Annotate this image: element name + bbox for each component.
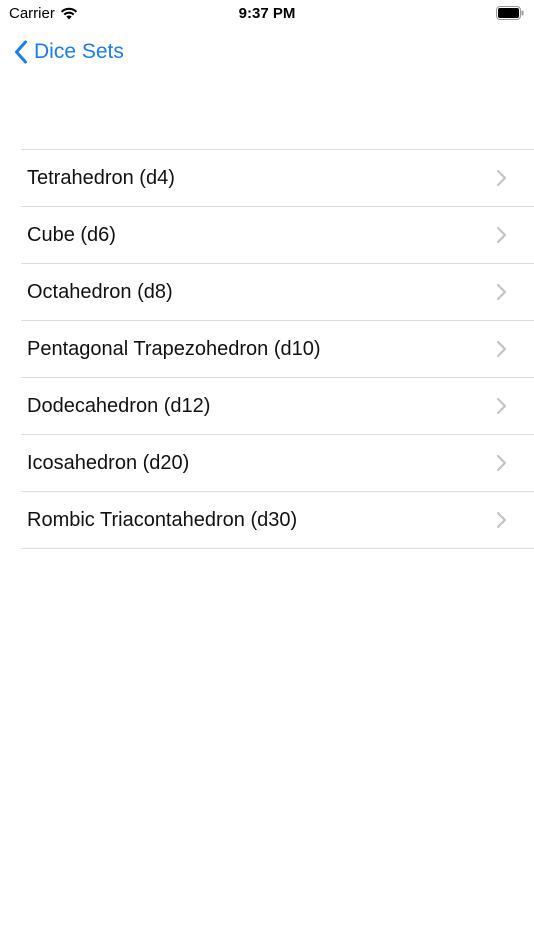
list-item-label: Tetrahedron (d4) [27, 166, 175, 189]
back-button-label: Dice Sets [34, 40, 124, 63]
list-item-label: Octahedron (d8) [27, 280, 173, 303]
list-item-label: Dodecahedron (d12) [27, 394, 211, 417]
chevron-right-icon [496, 283, 507, 301]
list-item[interactable]: Octahedron (d8) [21, 264, 534, 321]
list-item[interactable]: Icosahedron (d20) [21, 435, 534, 492]
chevron-right-icon [496, 226, 507, 244]
chevron-left-icon [15, 40, 27, 64]
list-item-label: Cube (d6) [27, 223, 116, 246]
status-time: 9:37 PM [238, 5, 296, 22]
navigation-bar: Dice Sets [0, 36, 534, 76]
chevron-right-icon [496, 169, 507, 187]
chevron-right-icon [496, 511, 507, 529]
list-item[interactable]: Tetrahedron (d4) [21, 150, 534, 207]
back-button[interactable]: Dice Sets [14, 40, 124, 64]
battery-icon [496, 6, 524, 20]
list-item-label: Rombic Triacontahedron (d30) [27, 508, 298, 531]
chevron-right-icon [496, 397, 507, 415]
status-bar: Carrier 9:37 PM [0, 0, 534, 28]
chevron-right-icon [496, 454, 507, 472]
list-item-label: Pentagonal Trapezohedron (d10) [27, 337, 321, 360]
list-item[interactable]: Dodecahedron (d12) [21, 378, 534, 435]
list-item[interactable]: Pentagonal Trapezohedron (d10) [21, 321, 534, 378]
list-item[interactable]: Rombic Triacontahedron (d30) [21, 492, 534, 549]
list-item[interactable]: Cube (d6) [21, 207, 534, 264]
list-item-label: Icosahedron (d20) [27, 451, 190, 474]
dice-set-list: Tetrahedron (d4) Cube (d6) Octahedron (d… [21, 149, 534, 549]
chevron-right-icon [496, 340, 507, 358]
